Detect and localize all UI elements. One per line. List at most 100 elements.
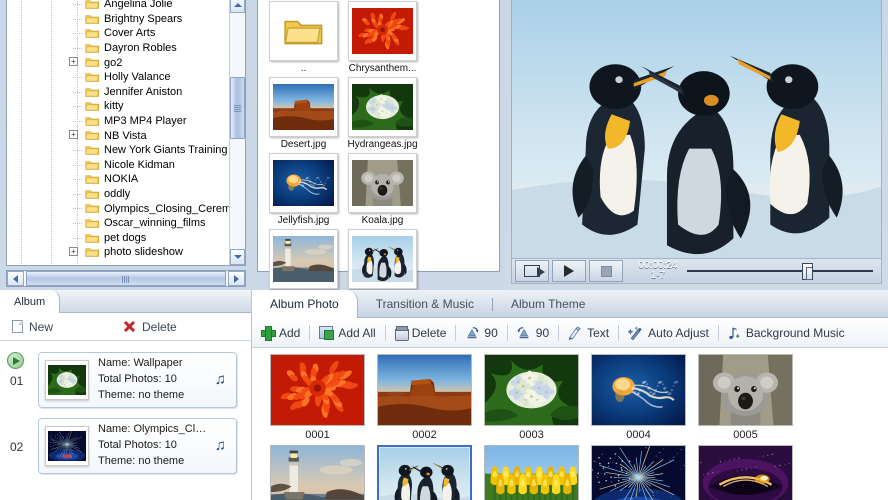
file-thumbnail[interactable] bbox=[269, 153, 338, 213]
file-item[interactable]: Jellyfish.jpg bbox=[264, 153, 343, 226]
photo-thumbnail[interactable] bbox=[270, 354, 365, 426]
expand-toggle-icon[interactable]: + bbox=[69, 57, 78, 67]
tree-item[interactable]: Nicole Kidman bbox=[7, 158, 229, 173]
toolbar-add-button[interactable]: Add bbox=[252, 318, 309, 347]
file-thumbnail[interactable] bbox=[348, 77, 417, 137]
toolbar-delete-button[interactable]: Delete bbox=[386, 318, 456, 347]
tree-item[interactable]: Oscar_winning_films bbox=[7, 216, 229, 231]
tree-item[interactable]: oddly bbox=[7, 187, 229, 202]
photo-thumbnail[interactable] bbox=[591, 445, 686, 500]
tree-item[interactable]: + NB Vista bbox=[7, 128, 229, 143]
photo-item[interactable]: 0005 bbox=[692, 354, 799, 441]
scroll-right-button[interactable] bbox=[228, 271, 245, 286]
tree-item[interactable]: Holly Valance bbox=[7, 70, 229, 85]
scroll-thumb-horizontal[interactable] bbox=[26, 271, 226, 286]
photo-thumbnail[interactable] bbox=[591, 354, 686, 426]
photo-item[interactable]: 0006 bbox=[264, 445, 371, 500]
photo-grid-area[interactable]: 0001 0002 0003 0004 0005 bbox=[252, 348, 888, 500]
folder-icon bbox=[85, 0, 100, 10]
scroll-thumb[interactable] bbox=[230, 77, 245, 139]
toolbar-text-button[interactable]: Text bbox=[559, 318, 618, 347]
scroll-left-button[interactable] bbox=[7, 271, 24, 286]
tab-album-theme[interactable]: Album Theme bbox=[493, 290, 603, 318]
tab-album[interactable]: Album bbox=[0, 290, 61, 313]
tree-item[interactable]: NOKIA bbox=[7, 172, 229, 187]
preview-button[interactable] bbox=[515, 260, 549, 282]
delete-album-button[interactable]: Delete bbox=[111, 320, 189, 334]
photo-item[interactable]: 0003 bbox=[478, 354, 585, 441]
album-card[interactable]: Name: Wallpaper Total Photos: 10 Theme: … bbox=[38, 352, 241, 408]
tree-item[interactable]: Jennifer Aniston bbox=[7, 85, 229, 100]
photo-thumbnail[interactable] bbox=[484, 445, 579, 500]
photo-item[interactable]: 0001 bbox=[264, 354, 371, 441]
tree-item[interactable]: Angelina Jolie bbox=[7, 0, 229, 12]
tree-item-label: pet dogs bbox=[104, 231, 147, 244]
tree-item[interactable]: Olympics_Closing_Ceremon bbox=[7, 201, 229, 216]
new-album-button[interactable]: New bbox=[0, 320, 65, 334]
photo-item[interactable]: 0009 bbox=[585, 445, 692, 500]
toolbar-90-button[interactable]: 90 bbox=[508, 318, 558, 347]
scroll-down-button[interactable] bbox=[230, 249, 245, 265]
tree-item[interactable]: + photo slideshow bbox=[7, 245, 229, 260]
photo-thumbnail[interactable] bbox=[377, 354, 472, 426]
video-preview[interactable] bbox=[511, 0, 882, 260]
tree-horizontal-scrollbar[interactable] bbox=[6, 270, 246, 287]
play-indicator-icon[interactable] bbox=[7, 352, 24, 369]
photo-item[interactable]: 0008 bbox=[478, 445, 585, 500]
file-thumbnail[interactable] bbox=[348, 153, 417, 213]
tree-item[interactable]: Brightny Spears bbox=[7, 12, 229, 27]
album-list[interactable]: 01 Name: Wallpaper Total Photos: 10 Them… bbox=[0, 341, 251, 500]
file-item[interactable]: Koala.jpg bbox=[343, 153, 422, 226]
folder-tree-rows[interactable]: Angelina Jolie Brightny Spears Cover Art… bbox=[7, 0, 229, 265]
file-item[interactable]: .. bbox=[264, 1, 343, 74]
toolbar-90-button[interactable]: 90 bbox=[456, 318, 506, 347]
file-thumbnail[interactable] bbox=[269, 229, 338, 289]
tree-item[interactable]: MP3 MP4 Player bbox=[7, 114, 229, 129]
file-thumbnail[interactable] bbox=[348, 229, 417, 289]
stop-button[interactable] bbox=[589, 260, 623, 282]
toolbar-background-music-button[interactable]: Background Music bbox=[719, 318, 854, 347]
photo-thumbnail[interactable] bbox=[270, 445, 365, 500]
scroll-up-button[interactable] bbox=[230, 0, 245, 13]
file-item[interactable]: Hydrangeas.jpg bbox=[343, 77, 422, 150]
tab-album-photo[interactable]: Album Photo bbox=[252, 290, 358, 318]
photo-item[interactable]: 0010 bbox=[692, 445, 799, 500]
tree-item[interactable]: + go2 bbox=[7, 55, 229, 70]
toolbar-add-all-button[interactable]: Add All bbox=[310, 318, 384, 347]
file-thumbnail[interactable] bbox=[348, 1, 417, 61]
expand-toggle-icon[interactable]: + bbox=[69, 130, 78, 140]
add-all-icon bbox=[319, 326, 335, 340]
tree-item[interactable]: Dayron Robles bbox=[7, 41, 229, 56]
photo-thumbnail[interactable] bbox=[484, 354, 579, 426]
album-item[interactable]: 01 Name: Wallpaper Total Photos: 10 Them… bbox=[0, 347, 251, 413]
photo-thumbnail[interactable] bbox=[377, 445, 472, 500]
file-thumbnail[interactable] bbox=[269, 77, 338, 137]
file-thumbnail[interactable] bbox=[269, 1, 338, 61]
tree-item[interactable]: Cover Arts bbox=[7, 26, 229, 41]
tree-item[interactable]: New York Giants Training C bbox=[7, 143, 229, 158]
tab-transition-music[interactable]: Transition & Music bbox=[358, 290, 492, 318]
scroll-track[interactable] bbox=[24, 271, 228, 286]
file-browser[interactable]: .. Chrysanthem... Desert.jpg Hydrangeas.… bbox=[257, 0, 500, 378]
photo-item[interactable]: 0004 bbox=[585, 354, 692, 441]
tree-vertical-scrollbar[interactable] bbox=[229, 0, 245, 265]
album-card[interactable]: Name: Olympics_Clo... Total Photos: 10 T… bbox=[38, 418, 241, 474]
file-item[interactable]: Chrysanthem... bbox=[343, 1, 422, 74]
photo-thumbnail[interactable] bbox=[698, 445, 793, 500]
file-item[interactable]: Desert.jpg bbox=[264, 77, 343, 150]
tree-item[interactable]: pet dogs bbox=[7, 231, 229, 246]
folder-icon bbox=[85, 129, 100, 141]
toolbar-auto-adjust-button[interactable]: Auto Adjust bbox=[619, 318, 718, 347]
album-item[interactable]: 02 Name: Olympics_Clo... Total Photos: 1… bbox=[0, 413, 251, 479]
photo-item[interactable]: 0007 bbox=[371, 445, 478, 500]
photo-thumbnail[interactable] bbox=[698, 354, 793, 426]
photo-item[interactable]: 0002 bbox=[371, 354, 478, 441]
tree-item[interactable]: kitty bbox=[7, 99, 229, 114]
expand-toggle-icon[interactable]: + bbox=[69, 247, 78, 257]
seek-slider[interactable] bbox=[687, 260, 873, 282]
folder-tree[interactable]: Angelina Jolie Brightny Spears Cover Art… bbox=[6, 0, 246, 266]
play-button[interactable] bbox=[552, 260, 586, 282]
file-name-label: Koala.jpg bbox=[361, 215, 404, 226]
time-display: 00:00:24 1-7 bbox=[631, 260, 685, 282]
seek-thumb[interactable] bbox=[802, 263, 814, 280]
